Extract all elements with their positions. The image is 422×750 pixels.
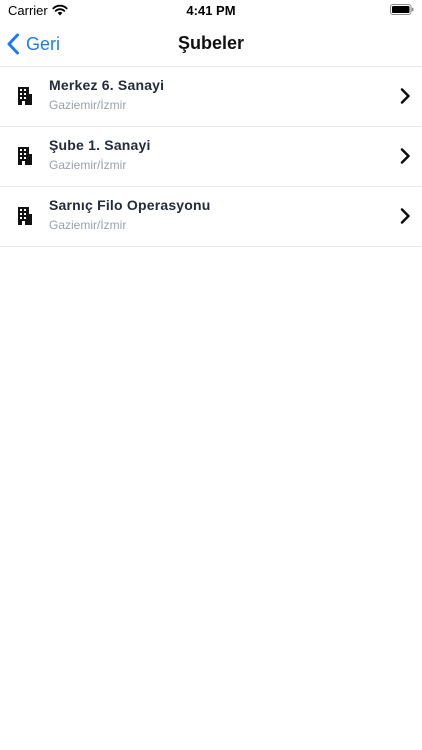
page-title: Şubeler: [177, 33, 245, 53]
chevron-right-icon: [400, 148, 410, 164]
branch-list: Merkez 6. Sanayi Gaziemir/İzmir Şube 1. …: [0, 67, 422, 247]
branch-name: Şube 1. Sanayi: [49, 137, 151, 153]
building-icon: [18, 147, 32, 165]
branch-name: Merkez 6. Sanayi: [49, 77, 165, 93]
status-bar: Carrier 4:41 PM: [0, 0, 422, 22]
branch-location: Gaziemir/İzmir: [49, 218, 127, 232]
chevron-right-icon: [400, 208, 410, 224]
chevron-right-icon: [400, 88, 410, 104]
list-item[interactable]: Şube 1. Sanayi Gaziemir/İzmir: [0, 127, 422, 187]
branch-location: Gaziemir/İzmir: [49, 158, 127, 172]
branch-location: Gaziemir/İzmir: [49, 98, 127, 112]
building-icon: [18, 87, 32, 105]
list-item[interactable]: Sarnıç Filo Operasyonu Gaziemir/İzmir: [0, 187, 422, 247]
branch-name: Sarnıç Filo Operasyonu: [49, 197, 211, 213]
battery-icon: [390, 4, 414, 15]
list-item[interactable]: Merkez 6. Sanayi Gaziemir/İzmir: [0, 67, 422, 127]
building-icon: [18, 207, 32, 225]
navigation-bar: Geri Şubeler: [0, 22, 422, 67]
status-time: 4:41 PM: [186, 3, 236, 18]
